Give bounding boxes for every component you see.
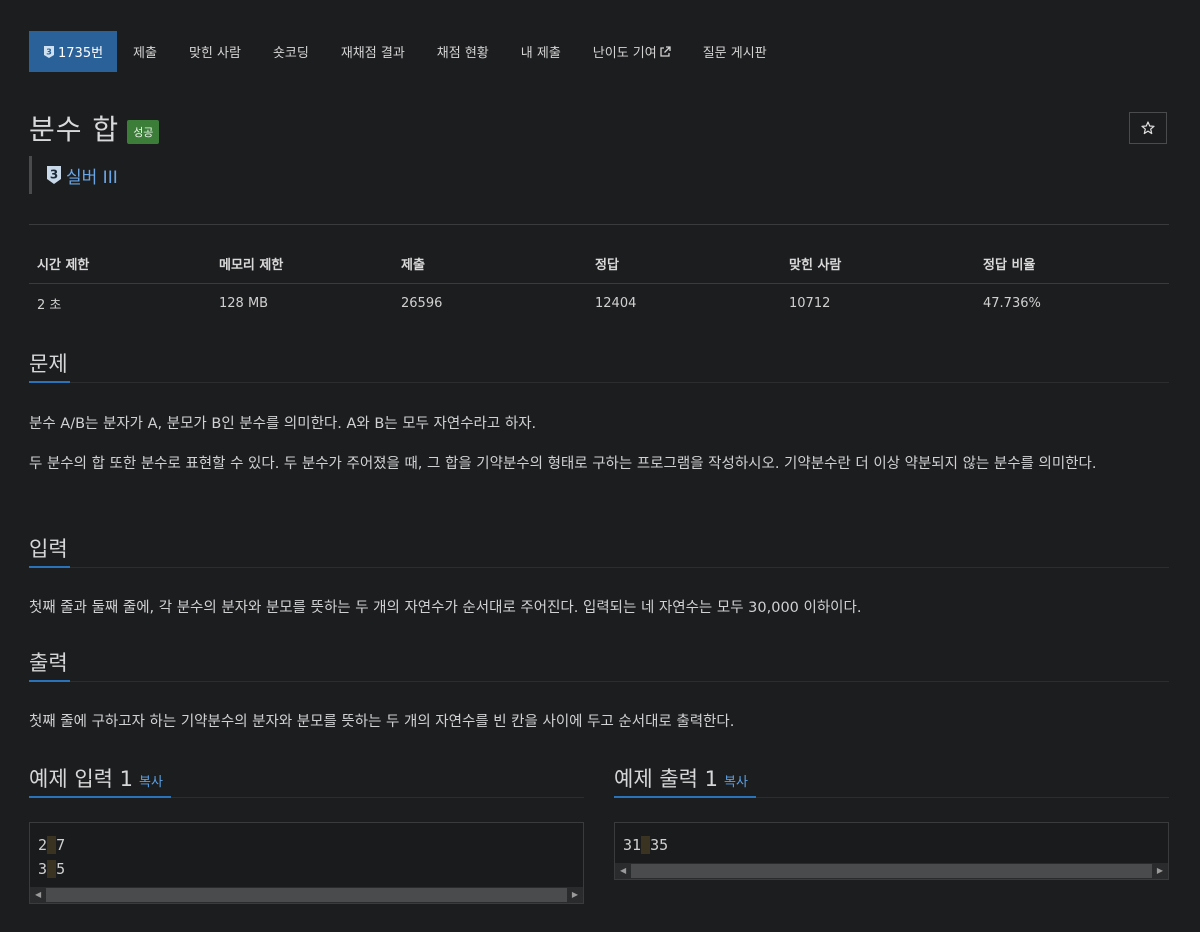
external-link-icon [660, 45, 671, 57]
code-token: 5 [56, 860, 66, 878]
section-title: 예제 출력 1 [614, 767, 718, 791]
scroll-thumb[interactable] [46, 888, 567, 902]
scroll-left-icon[interactable]: ◀ [620, 866, 626, 875]
scroll-thumb[interactable] [631, 864, 1152, 878]
tier-label[interactable]: 실버 III [66, 163, 118, 188]
tab-label: 제출 [133, 46, 157, 61]
tab-label: 난이도 기여 [592, 46, 657, 61]
page-title: 분수 합 [29, 113, 120, 146]
tab-problem[interactable]: 3 1735번 [29, 31, 118, 72]
sample-input-box[interactable]: 2 7 3 5 ◀ ▶ [29, 822, 584, 904]
section-problem-heading: 문제 [29, 348, 1169, 383]
column-header: 시간 제한 [29, 246, 211, 284]
tab-solvers[interactable]: 맞힌 사람 [173, 31, 257, 72]
section-output-heading: 출력 [29, 647, 1169, 682]
section-input-heading: 입력 [29, 533, 1169, 568]
section-title: 예제 입력 1 [29, 767, 133, 791]
code-token: 2 [38, 836, 48, 854]
sample-input-heading: 예제 입력 1 복사 [29, 763, 584, 798]
tab-rejudge[interactable]: 재채점 결과 [325, 31, 421, 72]
sample-heading-wrap: 예제 입력 1 복사 [29, 763, 171, 798]
status-badge: 성공 [127, 120, 160, 144]
sample-heading-wrap: 예제 출력 1 복사 [614, 763, 756, 798]
column-header: 메모리 제한 [211, 246, 393, 284]
title-row: 분수 합 성공 [29, 108, 160, 148]
tab-qna-board[interactable]: 질문 게시판 [687, 31, 783, 72]
tab-label: 내 제출 [520, 46, 561, 61]
sample-input-code: 2 7 3 5 [30, 823, 583, 887]
time-limit: 2 초 [37, 298, 62, 313]
tier-row: 3 실버 III [29, 156, 118, 194]
sample-output-box[interactable]: 31 35 ◀ ▶ [614, 822, 1169, 880]
tab-label: 채점 현황 [436, 46, 489, 61]
accepted-count: 12404 [595, 296, 637, 311]
tab-submit[interactable]: 제출 [117, 31, 173, 72]
tab-label: 1735번 [58, 46, 104, 61]
column-header: 제출 [393, 246, 587, 284]
scroll-right-icon[interactable]: ▶ [572, 890, 578, 899]
column-header: 정답 [587, 246, 781, 284]
tab-label: 재채점 결과 [340, 46, 405, 61]
divider [29, 224, 1169, 225]
copy-button[interactable]: 복사 [724, 775, 748, 790]
sample-output-heading: 예제 출력 1 복사 [614, 763, 1169, 798]
accept-ratio: 47.736% [983, 296, 1041, 311]
tab-status[interactable]: 채점 현황 [421, 31, 505, 72]
scroll-left-icon[interactable]: ◀ [35, 890, 41, 899]
input-description: 첫째 줄과 둘째 줄에, 각 분수의 분자와 분모를 뜻하는 두 개의 자연수가… [29, 600, 862, 616]
section-title: 문제 [29, 348, 70, 383]
tab-shortcoding[interactable]: 숏코딩 [257, 31, 325, 72]
section-title: 출력 [29, 647, 70, 682]
horizontal-scrollbar[interactable]: ◀ ▶ [615, 863, 1168, 879]
section-title: 입력 [29, 533, 70, 568]
code-token: 35 [650, 836, 669, 854]
silver-tier-icon: 3 [47, 166, 61, 184]
column-header: 정답 비율 [975, 246, 1169, 284]
memory-limit: 128 MB [219, 296, 269, 311]
solver-count: 10712 [789, 296, 831, 311]
silver-tier-icon: 3 [44, 45, 54, 58]
submission-count: 26596 [401, 296, 443, 311]
sample-output-code: 31 35 [615, 823, 1168, 863]
problem-info-table: 시간 제한 메모리 제한 제출 정답 맞힌 사람 정답 비율 2 초 128 M… [29, 246, 1169, 323]
table-header-row: 시간 제한 메모리 제한 제출 정답 맞힌 사람 정답 비율 [29, 246, 1169, 284]
copy-button[interactable]: 복사 [139, 775, 163, 790]
tab-label: 맞힌 사람 [188, 46, 241, 61]
problem-description-1: 분수 A/B는 분자가 A, 분모가 B인 분수를 의미한다. A와 B는 모두… [29, 416, 537, 432]
table-row: 2 초 128 MB 26596 12404 10712 47.736% [29, 284, 1169, 324]
star-icon [1141, 121, 1155, 135]
output-description: 첫째 줄에 구하고자 하는 기약분수의 분자와 분모를 뜻하는 두 개의 자연수… [29, 714, 735, 730]
code-token: 31 [623, 836, 642, 854]
problem-tabs: 3 1735번 제출 맞힌 사람 숏코딩 재채점 결과 채점 현황 내 제출 난… [29, 31, 783, 72]
code-token: 7 [56, 836, 66, 854]
column-header: 맞힌 사람 [781, 246, 975, 284]
problem-description-2: 두 분수의 합 또한 분수로 표현할 수 있다. 두 분수가 주어졌을 때, 그… [29, 456, 1097, 472]
tier-number: 3 [50, 168, 58, 182]
horizontal-scrollbar[interactable]: ◀ ▶ [30, 887, 583, 903]
favorite-button[interactable] [1129, 112, 1167, 144]
tab-label: 숏코딩 [272, 46, 309, 61]
tab-my-submissions[interactable]: 내 제출 [505, 31, 577, 72]
scroll-right-icon[interactable]: ▶ [1157, 866, 1163, 875]
tab-difficulty[interactable]: 난이도 기여 [577, 31, 687, 72]
svg-text:3: 3 [46, 47, 52, 56]
tab-label: 질문 게시판 [702, 46, 767, 61]
code-token: 3 [38, 860, 48, 878]
